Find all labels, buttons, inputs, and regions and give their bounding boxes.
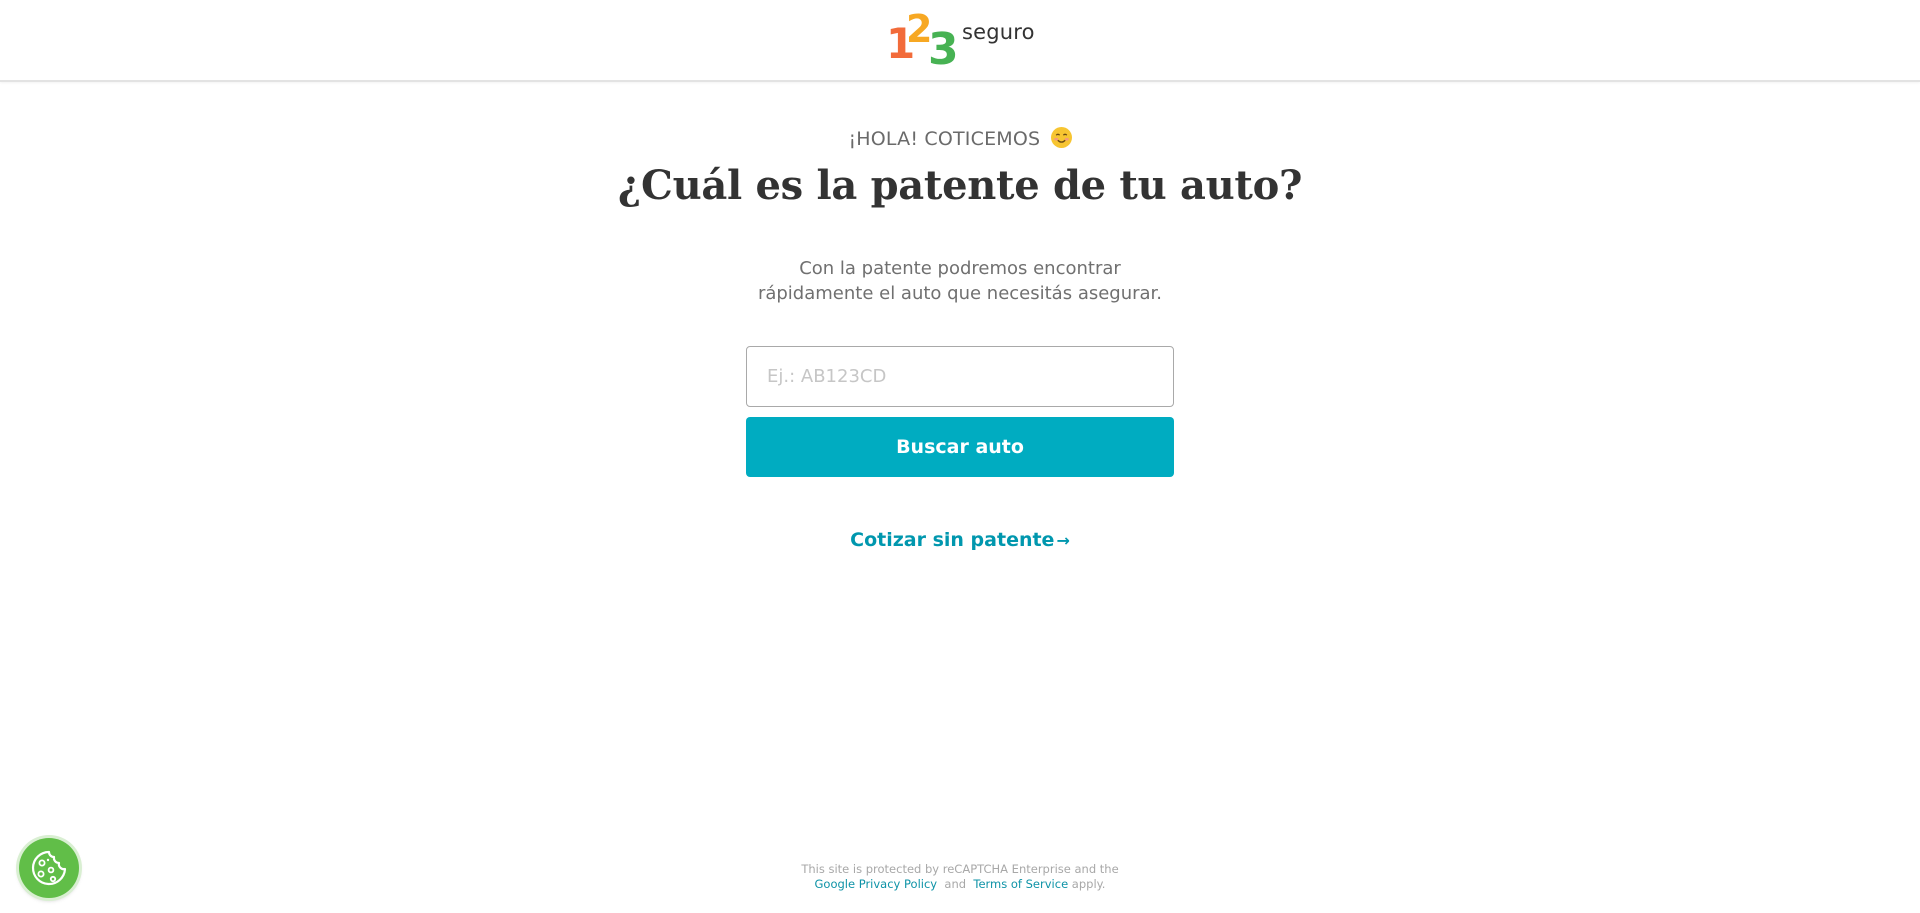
- plate-form: Buscar auto: [746, 346, 1174, 477]
- recaptcha-notice-line-1: This site is protected by reCAPTCHA Ente…: [801, 862, 1119, 876]
- greeting-eyebrow: ¡HOLA! COTICEMOS: [0, 126, 1920, 152]
- recaptcha-notice-line-2: Google Privacy Policy and Terms of Servi…: [0, 877, 1920, 892]
- smiling-face-icon: [1050, 127, 1072, 148]
- subtitle-line-2: rápidamente el auto que necesitás asegur…: [757, 283, 1163, 304]
- google-privacy-policy-link[interactable]: Google Privacy Policy: [815, 877, 938, 891]
- arrow-right-icon: →: [1056, 531, 1070, 550]
- recaptcha-notice: This site is protected by reCAPTCHA Ente…: [0, 862, 1920, 892]
- logo-digit-3: 3: [928, 24, 959, 68]
- cookie-settings-button[interactable]: [19, 838, 79, 898]
- plate-input[interactable]: [746, 346, 1174, 407]
- site-header: 1 2 3 seguro: [0, 0, 1920, 82]
- greeting-text: ¡HOLA! COTICEMOS: [848, 128, 1041, 150]
- quote-link-label: Cotizar sin patente: [850, 529, 1055, 551]
- page-subtitle: Con la patente podremos encontrar rápida…: [750, 256, 1170, 306]
- page-title: ¿Cuál es la patente de tu auto?: [617, 162, 1303, 209]
- terms-of-service-link[interactable]: Terms of Service: [973, 877, 1068, 891]
- search-car-button[interactable]: Buscar auto: [746, 417, 1174, 477]
- and-text: and: [944, 877, 967, 891]
- quote-without-plate-link[interactable]: Cotizar sin patente →: [850, 529, 1070, 551]
- logo-123-icon: 1 2 3: [886, 8, 959, 68]
- plate-search-section: ¡HOLA! COTICEMOS ¿Cuál es la patente de …: [0, 82, 1920, 551]
- subtitle-line-1: Con la patente podremos encontrar: [799, 258, 1121, 279]
- brand-logo[interactable]: 1 2 3 seguro: [884, 8, 1035, 68]
- apply-text: apply.: [1071, 877, 1106, 891]
- logo-text: seguro: [962, 20, 1035, 44]
- cookie-icon: [31, 850, 67, 886]
